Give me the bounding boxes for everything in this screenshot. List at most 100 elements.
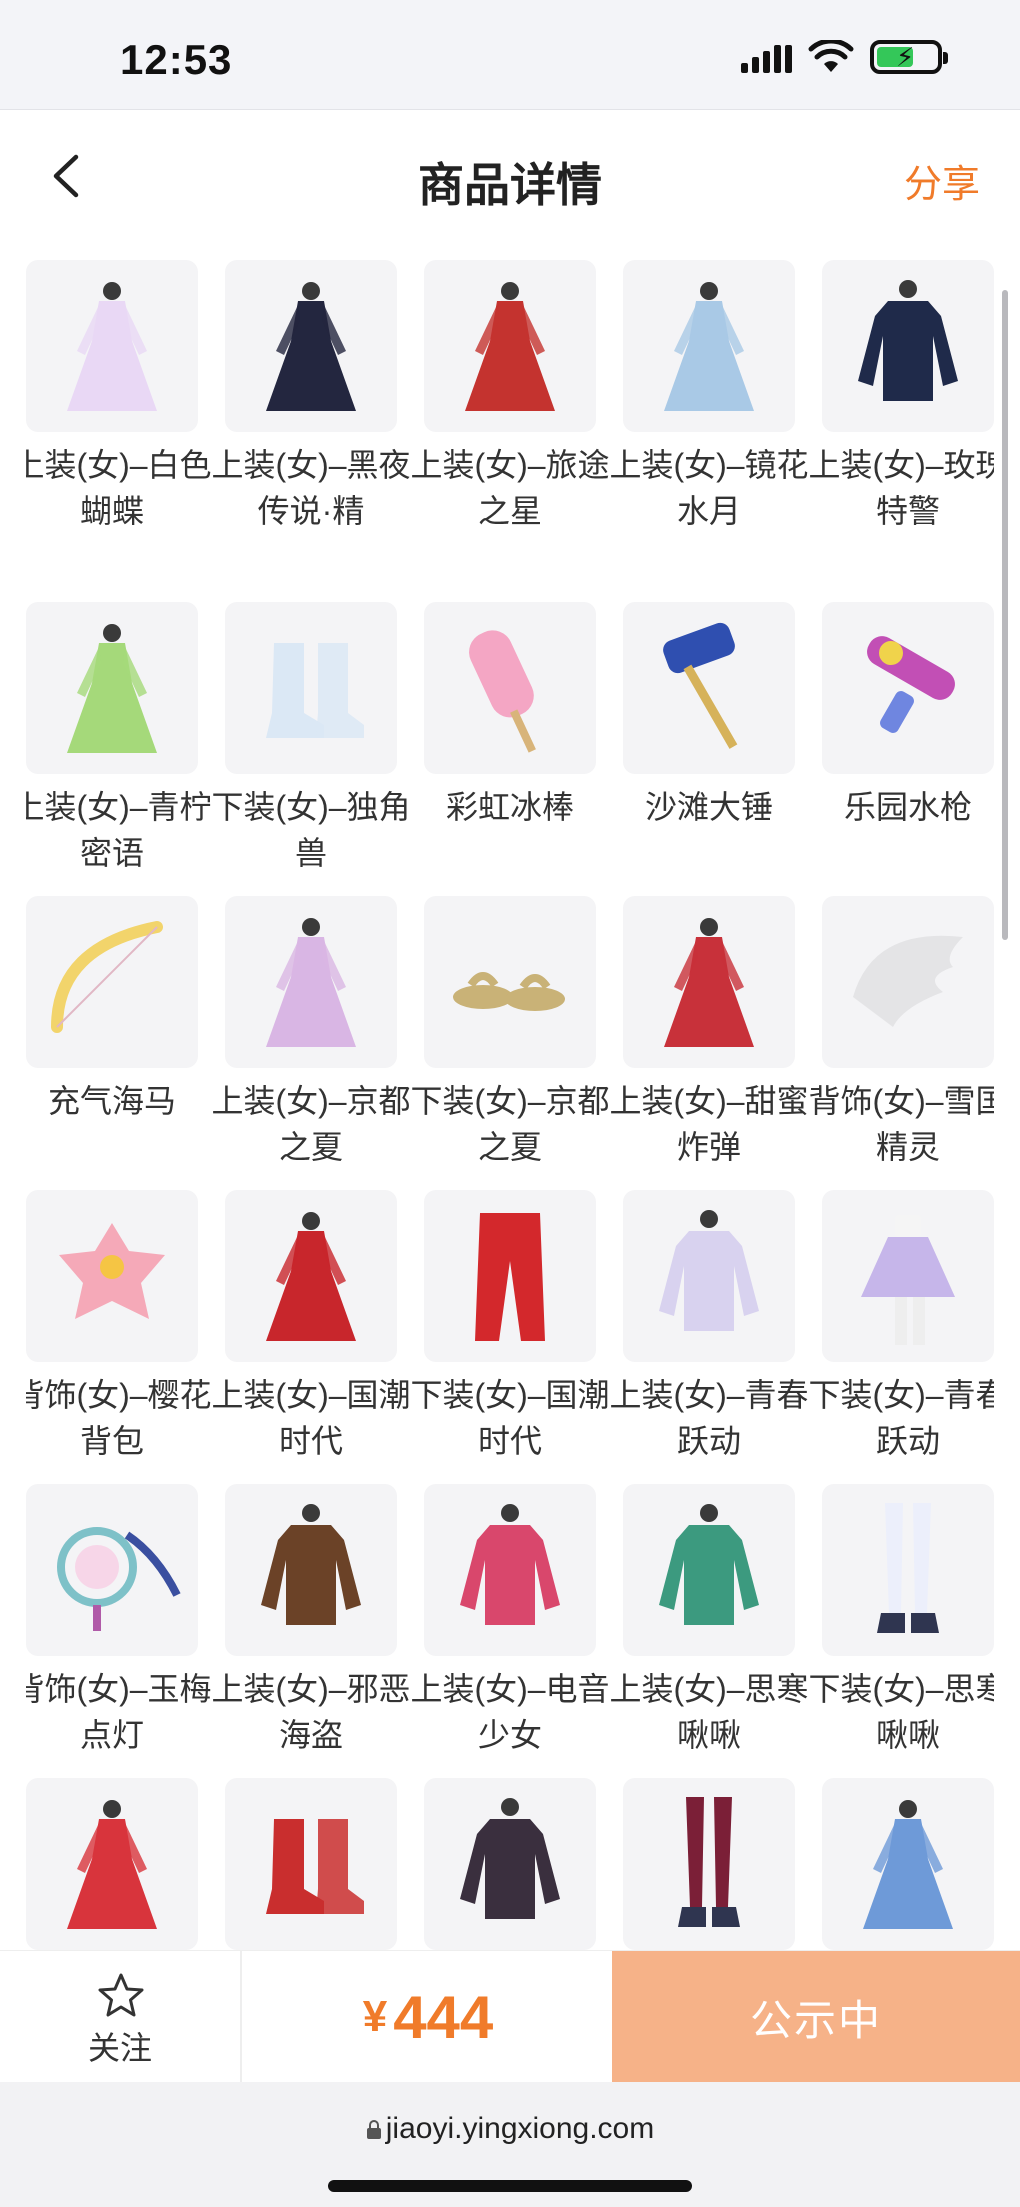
- item-label: 彩虹冰棒: [445, 789, 574, 825]
- item-card[interactable]: 背饰(女)–玉梅点灯: [26, 1484, 212, 1758]
- item-thumbnail: [822, 1778, 994, 1950]
- item-card[interactable]: 下装(女)–思寒啾啾: [808, 1484, 994, 1758]
- item-thumbnail: [225, 602, 397, 774]
- item-label: 乐园水枪: [843, 789, 972, 825]
- item-label: 上装(女)–甜蜜炸弹: [609, 1083, 809, 1165]
- item-card[interactable]: 上装(女)–电音少女: [410, 1484, 610, 1758]
- sweet-bomb-dress-icon: [664, 918, 754, 1047]
- red-boots-icon: [266, 1819, 364, 1914]
- price-value: 444: [393, 1983, 494, 2051]
- item-card[interactable]: 背饰(女)–樱花背包: [26, 1190, 212, 1464]
- item-label: 背饰(女)–雪国精灵: [808, 1083, 994, 1165]
- kyoto-summer-sandals-icon: [453, 972, 565, 1011]
- item-card[interactable]: [822, 1778, 994, 1950]
- item-card[interactable]: 乐园水枪: [822, 602, 994, 830]
- item-card[interactable]: 上装(女)–思寒啾啾: [609, 1484, 809, 1758]
- star-icon: [98, 1973, 144, 2017]
- follow-label: 关注: [87, 2030, 152, 2066]
- item-card[interactable]: 上装(女)–青柠密语: [26, 602, 212, 876]
- rose-police-outfit-icon: [858, 280, 958, 401]
- item-card[interactable]: 背饰(女)–雪国精灵: [808, 896, 994, 1170]
- item-card[interactable]: 上装(女)–国潮时代: [211, 1190, 411, 1464]
- status-bar: 12:53 ⚡: [0, 0, 1020, 110]
- item-label: 上装(女)–旅途之星: [410, 447, 610, 529]
- sakura-backpack-icon: [59, 1223, 165, 1319]
- snow-wing-icon: [853, 935, 963, 1027]
- youth-skirt-icon: [861, 1215, 955, 1345]
- item-grid: 上装(女)–白色蝴蝶 上装(女)–黑夜传说·精 上装(女)–旅途之星 上装(女)–镜花…: [26, 260, 994, 1950]
- leg-boots-icon: [678, 1797, 740, 1927]
- item-thumbnail: [424, 1778, 596, 1950]
- url-bar[interactable]: jiaoyi.yingxiong.com: [0, 2112, 1020, 2146]
- battery-icon: ⚡: [870, 40, 948, 74]
- item-card[interactable]: 下装(女)–独角兽: [211, 602, 411, 876]
- action-bar: 关注 ¥ 444 公示中: [0, 1950, 1020, 2083]
- browser-footer: jiaoyi.yingxiong.com: [0, 2082, 1020, 2207]
- item-thumbnail: [424, 602, 596, 774]
- item-label: 充气海马: [47, 1083, 176, 1119]
- item-card[interactable]: [424, 1778, 596, 1950]
- item-card[interactable]: 彩虹冰棒: [424, 602, 596, 830]
- item-card[interactable]: [623, 1778, 795, 1950]
- item-thumbnail: [225, 260, 397, 432]
- item-card[interactable]: 上装(女)–青春跃动: [609, 1190, 809, 1464]
- electro-girl-jacket-icon: [460, 1504, 560, 1625]
- scrollbar[interactable]: [1002, 290, 1008, 940]
- item-card[interactable]: 沙滩大锤: [623, 602, 795, 830]
- unicorn-boots-icon: [266, 643, 364, 738]
- item-card[interactable]: 下装(女)–国潮时代: [410, 1190, 610, 1464]
- item-card[interactable]: 上装(女)–邪恶海盗: [211, 1484, 411, 1758]
- item-card[interactable]: 上装(女)–京都之夏: [211, 896, 411, 1170]
- item-label: 下装(女)–独角兽: [211, 789, 411, 871]
- item-thumbnail: [822, 602, 994, 774]
- home-indicator[interactable]: [328, 2180, 692, 2192]
- item-thumbnail: [424, 260, 596, 432]
- page-title: 商品详情: [418, 159, 602, 211]
- item-card[interactable]: 下装(女)–青春跃动: [808, 1190, 994, 1464]
- item-thumbnail: [225, 1778, 397, 1950]
- item-label: 下装(女)–国潮时代: [410, 1377, 610, 1459]
- item-card[interactable]: 上装(女)–白色蝴蝶: [26, 260, 212, 534]
- item-card[interactable]: 上装(女)–甜蜜炸弹: [609, 896, 809, 1170]
- share-button[interactable]: 分享: [904, 153, 980, 208]
- wifi-icon: [808, 40, 854, 72]
- follow-button[interactable]: 关注: [0, 1951, 242, 2083]
- item-thumbnail: [623, 1484, 795, 1656]
- item-thumbnail: [424, 1484, 596, 1656]
- nav-bar: 商品详情 分享: [0, 111, 1020, 241]
- sihan-jacket-icon: [659, 1504, 759, 1625]
- item-thumbnail: [424, 896, 596, 1068]
- item-label: 上装(女)–京都之夏: [211, 1083, 411, 1165]
- item-card[interactable]: 下装(女)–京都之夏: [410, 896, 610, 1170]
- item-card[interactable]: [225, 1778, 397, 1950]
- item-label: 上装(女)–白色蝴蝶: [26, 447, 212, 529]
- item-card[interactable]: 上装(女)–玫瑰特警: [808, 260, 994, 534]
- item-label: 上装(女)–镜花水月: [609, 447, 809, 529]
- beach-hammer-icon: [663, 622, 738, 749]
- item-card[interactable]: 上装(女)–镜花水月: [609, 260, 809, 534]
- item-thumbnail: [822, 1190, 994, 1362]
- public-status-button[interactable]: 公示中: [612, 1951, 1020, 2083]
- blue-robe-icon: [863, 1800, 953, 1929]
- item-label: 沙滩大锤: [644, 789, 773, 825]
- item-card[interactable]: 上装(女)–旅途之星: [410, 260, 610, 534]
- white-butterfly-dress-icon: [67, 282, 157, 411]
- item-thumbnail: [26, 1484, 198, 1656]
- water-gun-icon: [867, 636, 955, 733]
- item-thumbnail: [26, 896, 198, 1068]
- item-label: 下装(女)–京都之夏: [410, 1083, 610, 1165]
- item-thumbnail: [26, 1778, 198, 1950]
- item-label: 上装(女)–电音少女: [410, 1671, 610, 1753]
- item-thumbnail: [424, 1190, 596, 1362]
- status-time: 12:53: [120, 36, 233, 83]
- item-thumbnail: [623, 260, 795, 432]
- item-card[interactable]: 充气海马: [26, 896, 198, 1124]
- item-card[interactable]: 上装(女)–黑夜传说·精: [211, 260, 411, 534]
- item-label: 上装(女)–青春跃动: [609, 1377, 809, 1459]
- item-card[interactable]: [26, 1778, 198, 1950]
- journey-star-outfit-icon: [465, 282, 555, 411]
- item-label: 上装(女)–玫瑰特警: [808, 447, 994, 529]
- item-thumbnail: [26, 260, 198, 432]
- item-label: 上装(女)–邪恶海盗: [211, 1671, 411, 1753]
- youth-jacket-icon: [659, 1210, 759, 1331]
